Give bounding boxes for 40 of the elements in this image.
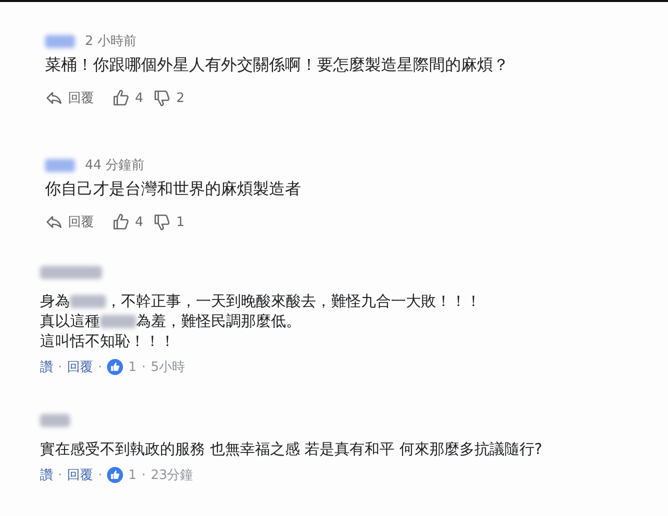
like-button[interactable]: 4 bbox=[112, 213, 144, 231]
reaction-count: 1 bbox=[128, 360, 137, 374]
separator-dot: · bbox=[58, 468, 62, 482]
separator-dot: · bbox=[98, 360, 102, 374]
blurred-name bbox=[45, 34, 75, 48]
thumbs-down-icon bbox=[153, 213, 172, 231]
reply-button[interactable]: 回覆 bbox=[45, 213, 94, 231]
like-badge-icon bbox=[107, 359, 124, 375]
reply-link[interactable]: 回覆 bbox=[67, 358, 94, 376]
blurred-name bbox=[40, 266, 102, 279]
comment-text: 你自己才是台灣和世界的麻煩製造者 bbox=[45, 178, 302, 199]
comment-time: 2 小時前 bbox=[85, 33, 136, 50]
blurred-word bbox=[100, 315, 136, 328]
comment-text: 身為 ，不幹正事，一天到晚酸來酸去，難怪九合一大敗！！！ 真以這種 為羞，難怪民調那麼低。 這叫恬不知恥！！！ bbox=[40, 291, 482, 351]
like-button[interactable]: 4 bbox=[112, 89, 144, 107]
reply-icon bbox=[45, 89, 63, 107]
dislike-button[interactable]: 2 bbox=[153, 89, 185, 107]
blurred-name bbox=[40, 414, 70, 427]
thumbs-down-icon bbox=[153, 89, 172, 107]
separator-dot: · bbox=[142, 468, 146, 482]
comment-time: 44 分鐘前 bbox=[85, 157, 145, 174]
blurred-name bbox=[45, 158, 75, 172]
separator-dot: · bbox=[142, 360, 146, 374]
like-link[interactable]: 讚 bbox=[40, 358, 53, 376]
comment-text: 菜桶！你跟哪個外星人有外交關係啊！要怎麼製造星際間的麻煩？ bbox=[45, 54, 510, 75]
reaction-count: 1 bbox=[128, 468, 137, 482]
reply-link[interactable]: 回覆 bbox=[67, 466, 94, 484]
blurred-word bbox=[70, 295, 106, 308]
separator-dot: · bbox=[58, 360, 62, 374]
comment-time: 5小時 bbox=[150, 359, 185, 376]
reply-button[interactable]: 回覆 bbox=[45, 89, 94, 107]
like-badge-icon bbox=[107, 467, 124, 483]
separator-dot: · bbox=[98, 468, 102, 482]
reply-icon bbox=[45, 213, 63, 231]
comment-text: 實在感受不到執政的服務 也無幸福之感 若是真有和平 何來那麼多抗議隨行? bbox=[40, 439, 544, 459]
thumbs-up-icon bbox=[112, 89, 130, 107]
comment-time: 23分鐘 bbox=[150, 467, 194, 484]
like-link[interactable]: 讚 bbox=[40, 466, 53, 484]
dislike-button[interactable]: 1 bbox=[153, 213, 185, 231]
thumbs-up-icon bbox=[112, 213, 130, 231]
